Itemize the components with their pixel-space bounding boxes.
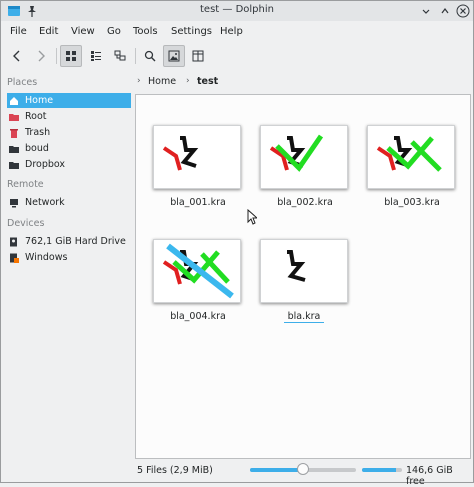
preview-icon	[168, 50, 180, 62]
menu-go[interactable]: Go	[107, 26, 121, 37]
file-item[interactable]: bla_001.kra	[153, 125, 243, 208]
place-label: 762,1 GiB Hard Drive	[25, 236, 126, 247]
windows-drive-icon	[9, 253, 19, 263]
network-icon	[9, 198, 19, 208]
place-home[interactable]: Home	[7, 93, 131, 108]
status-bar: 5 Files (2,9 MiB)	[1, 461, 473, 481]
title-bar[interactable]: test — Dolphin	[1, 1, 473, 21]
split-view-icon	[192, 50, 204, 62]
maximize-icon[interactable]	[438, 4, 452, 18]
close-icon[interactable]	[456, 4, 470, 18]
search-icon	[144, 50, 156, 62]
place-dropbox[interactable]: Dropbox	[7, 157, 131, 172]
file-item[interactable]: bla_004.kra	[153, 239, 243, 322]
file-thumbnail	[260, 239, 348, 303]
free-space-label: 146,6 GiB free	[406, 465, 453, 487]
file-name: bla.kra	[284, 311, 324, 323]
remote-header: Remote	[7, 179, 44, 190]
free-space-bar-fill	[362, 468, 396, 472]
place-trash[interactable]: Trash	[7, 125, 131, 140]
menu-view[interactable]: View	[71, 26, 95, 37]
place-windows[interactable]: Windows	[7, 250, 131, 265]
places-header: Places	[7, 77, 38, 88]
chevron-right-icon[interactable]: ›	[137, 76, 141, 86]
file-thumbnail	[260, 125, 348, 189]
status-summary: 5 Files (2,9 MiB)	[137, 465, 213, 476]
places-panel: Places Home Root Trash boud Dropbox Remo…	[1, 73, 133, 463]
breadcrumb-current[interactable]: test	[197, 76, 218, 87]
menu-bar: File Edit View Go Tools Settings Help	[1, 23, 473, 41]
menu-tools[interactable]: Tools	[133, 26, 158, 37]
zoom-slider-fill	[250, 468, 303, 472]
minimize-icon[interactable]	[419, 4, 433, 18]
search-button[interactable]	[139, 45, 161, 67]
dolphin-window: test — Dolphin File Edit View Go Tools S…	[0, 0, 474, 487]
file-item[interactable]: bla_003.kra	[367, 125, 457, 208]
place-label: Network	[25, 197, 65, 208]
menu-edit[interactable]: Edit	[39, 26, 58, 37]
zoom-slider-handle[interactable]	[297, 463, 309, 475]
trash-icon	[9, 128, 19, 138]
place-label: Dropbox	[25, 159, 66, 170]
place-label: Windows	[25, 252, 68, 263]
file-name: bla_001.kra	[170, 197, 226, 208]
file-view[interactable]: bla_001.kra bla_002.kra bla_003.kra bla_…	[135, 94, 471, 459]
preview-button[interactable]	[163, 45, 185, 67]
hard-drive-icon	[9, 237, 19, 247]
file-name: bla_002.kra	[277, 197, 333, 208]
toolbar-separator	[56, 48, 57, 64]
zoom-slider[interactable]	[250, 463, 356, 475]
window-title: test — Dolphin	[200, 4, 274, 15]
split-view-button[interactable]	[187, 45, 209, 67]
place-label: Root	[25, 111, 47, 122]
breadcrumb-home[interactable]: Home	[148, 76, 176, 87]
compact-view-icon	[91, 51, 101, 61]
mouse-pointer-icon	[247, 208, 259, 228]
place-hard-drive[interactable]: 762,1 GiB Hard Drive	[7, 234, 131, 249]
menu-help[interactable]: Help	[220, 26, 243, 37]
file-item[interactable]: bla_002.kra	[260, 125, 350, 208]
menu-settings[interactable]: Settings	[171, 26, 212, 37]
details-view-button[interactable]	[109, 45, 131, 67]
free-space-bar[interactable]	[362, 468, 402, 472]
place-label: boud	[25, 143, 49, 154]
place-label: Trash	[25, 127, 51, 138]
folder-red-icon	[9, 112, 19, 122]
file-name: bla_004.kra	[170, 311, 226, 322]
compact-view-button[interactable]	[85, 45, 107, 67]
folder-icon	[9, 144, 19, 154]
icons-view-icon	[66, 51, 76, 61]
place-network[interactable]: Network	[7, 195, 131, 210]
chevron-right-icon[interactable]: ›	[186, 76, 190, 86]
devices-header: Devices	[7, 218, 45, 229]
icons-view-button[interactable]	[60, 45, 82, 67]
back-button[interactable]	[6, 45, 28, 67]
place-label: Home	[25, 95, 54, 106]
file-thumbnail	[367, 125, 455, 189]
chevron-right-icon	[38, 50, 45, 62]
place-boud[interactable]: boud	[7, 141, 131, 156]
dropbox-icon	[9, 160, 19, 170]
place-root[interactable]: Root	[7, 109, 131, 124]
breadcrumb: › Home › test	[135, 73, 471, 91]
file-name: bla_003.kra	[384, 197, 440, 208]
toolbar-separator	[135, 48, 136, 64]
file-thumbnail	[153, 239, 241, 303]
chevron-left-icon	[13, 50, 20, 62]
forward-button[interactable]	[30, 45, 52, 67]
toolbar	[1, 43, 473, 71]
menu-file[interactable]: File	[10, 26, 27, 37]
details-view-icon	[114, 50, 126, 61]
file-thumbnail	[153, 125, 241, 189]
home-icon	[9, 96, 19, 106]
file-item[interactable]: bla.kra	[260, 239, 350, 323]
